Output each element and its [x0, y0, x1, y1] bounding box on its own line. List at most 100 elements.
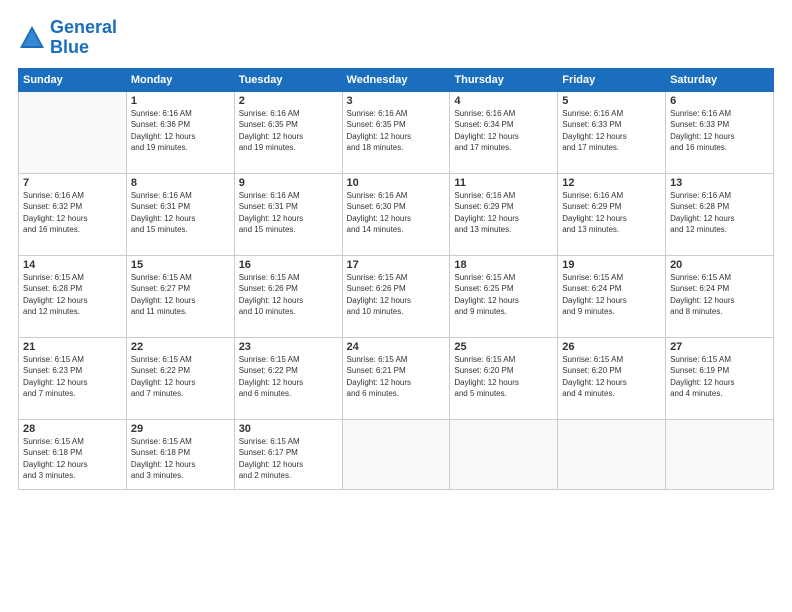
day-number: 23: [239, 341, 338, 353]
day-info: Sunrise: 6:15 AM Sunset: 6:24 PM Dayligh…: [670, 272, 769, 318]
day-info: Sunrise: 6:16 AM Sunset: 6:33 PM Dayligh…: [670, 108, 769, 154]
weekday-header: Wednesday: [342, 68, 450, 91]
calendar-cell: 18Sunrise: 6:15 AM Sunset: 6:25 PM Dayli…: [450, 255, 558, 337]
day-number: 1: [131, 95, 230, 107]
calendar-cell: 15Sunrise: 6:15 AM Sunset: 6:27 PM Dayli…: [126, 255, 234, 337]
calendar-cell: [666, 419, 774, 489]
calendar-cell: 13Sunrise: 6:16 AM Sunset: 6:28 PM Dayli…: [666, 173, 774, 255]
day-info: Sunrise: 6:15 AM Sunset: 6:18 PM Dayligh…: [23, 436, 122, 482]
day-number: 9: [239, 177, 338, 189]
day-info: Sunrise: 6:15 AM Sunset: 6:23 PM Dayligh…: [23, 354, 122, 400]
day-info: Sunrise: 6:16 AM Sunset: 6:35 PM Dayligh…: [239, 108, 338, 154]
day-info: Sunrise: 6:15 AM Sunset: 6:17 PM Dayligh…: [239, 436, 338, 482]
calendar-cell: 19Sunrise: 6:15 AM Sunset: 6:24 PM Dayli…: [558, 255, 666, 337]
day-number: 4: [454, 95, 553, 107]
logo-icon: [18, 24, 46, 52]
calendar-cell: 8Sunrise: 6:16 AM Sunset: 6:31 PM Daylig…: [126, 173, 234, 255]
day-number: 17: [347, 259, 446, 271]
calendar-cell: 28Sunrise: 6:15 AM Sunset: 6:18 PM Dayli…: [19, 419, 127, 489]
calendar-cell: 7Sunrise: 6:16 AM Sunset: 6:32 PM Daylig…: [19, 173, 127, 255]
weekday-header: Monday: [126, 68, 234, 91]
calendar-week-row: 28Sunrise: 6:15 AM Sunset: 6:18 PM Dayli…: [19, 419, 774, 489]
calendar-cell: 11Sunrise: 6:16 AM Sunset: 6:29 PM Dayli…: [450, 173, 558, 255]
page: General Blue SundayMondayTuesdayWednesda…: [0, 0, 792, 612]
calendar-cell: 17Sunrise: 6:15 AM Sunset: 6:26 PM Dayli…: [342, 255, 450, 337]
day-number: 24: [347, 341, 446, 353]
weekday-header: Friday: [558, 68, 666, 91]
calendar-cell: 2Sunrise: 6:16 AM Sunset: 6:35 PM Daylig…: [234, 91, 342, 173]
day-info: Sunrise: 6:16 AM Sunset: 6:31 PM Dayligh…: [131, 190, 230, 236]
day-number: 6: [670, 95, 769, 107]
day-number: 19: [562, 259, 661, 271]
calendar-week-row: 7Sunrise: 6:16 AM Sunset: 6:32 PM Daylig…: [19, 173, 774, 255]
calendar-cell: 23Sunrise: 6:15 AM Sunset: 6:22 PM Dayli…: [234, 337, 342, 419]
day-info: Sunrise: 6:15 AM Sunset: 6:21 PM Dayligh…: [347, 354, 446, 400]
calendar-cell: 21Sunrise: 6:15 AM Sunset: 6:23 PM Dayli…: [19, 337, 127, 419]
day-number: 25: [454, 341, 553, 353]
day-number: 12: [562, 177, 661, 189]
day-number: 29: [131, 423, 230, 435]
day-info: Sunrise: 6:15 AM Sunset: 6:20 PM Dayligh…: [562, 354, 661, 400]
header: General Blue: [18, 18, 774, 58]
day-info: Sunrise: 6:15 AM Sunset: 6:24 PM Dayligh…: [562, 272, 661, 318]
calendar-cell: 24Sunrise: 6:15 AM Sunset: 6:21 PM Dayli…: [342, 337, 450, 419]
day-info: Sunrise: 6:16 AM Sunset: 6:33 PM Dayligh…: [562, 108, 661, 154]
day-number: 3: [347, 95, 446, 107]
calendar-cell: 9Sunrise: 6:16 AM Sunset: 6:31 PM Daylig…: [234, 173, 342, 255]
weekday-header: Sunday: [19, 68, 127, 91]
calendar-cell: 29Sunrise: 6:15 AM Sunset: 6:18 PM Dayli…: [126, 419, 234, 489]
weekday-header: Thursday: [450, 68, 558, 91]
day-number: 10: [347, 177, 446, 189]
calendar-cell: 22Sunrise: 6:15 AM Sunset: 6:22 PM Dayli…: [126, 337, 234, 419]
calendar-cell: [450, 419, 558, 489]
logo-blue: Blue: [50, 37, 89, 57]
calendar-cell: 30Sunrise: 6:15 AM Sunset: 6:17 PM Dayli…: [234, 419, 342, 489]
calendar-cell: 4Sunrise: 6:16 AM Sunset: 6:34 PM Daylig…: [450, 91, 558, 173]
calendar-cell: 27Sunrise: 6:15 AM Sunset: 6:19 PM Dayli…: [666, 337, 774, 419]
day-info: Sunrise: 6:16 AM Sunset: 6:35 PM Dayligh…: [347, 108, 446, 154]
calendar-header-row: SundayMondayTuesdayWednesdayThursdayFrid…: [19, 68, 774, 91]
day-number: 14: [23, 259, 122, 271]
day-number: 28: [23, 423, 122, 435]
logo: General Blue: [18, 18, 117, 58]
day-number: 5: [562, 95, 661, 107]
day-info: Sunrise: 6:15 AM Sunset: 6:18 PM Dayligh…: [131, 436, 230, 482]
calendar-cell: 25Sunrise: 6:15 AM Sunset: 6:20 PM Dayli…: [450, 337, 558, 419]
calendar-cell: [19, 91, 127, 173]
day-info: Sunrise: 6:16 AM Sunset: 6:32 PM Dayligh…: [23, 190, 122, 236]
day-info: Sunrise: 6:16 AM Sunset: 6:36 PM Dayligh…: [131, 108, 230, 154]
calendar-cell: 6Sunrise: 6:16 AM Sunset: 6:33 PM Daylig…: [666, 91, 774, 173]
calendar-table: SundayMondayTuesdayWednesdayThursdayFrid…: [18, 68, 774, 490]
day-number: 26: [562, 341, 661, 353]
day-info: Sunrise: 6:16 AM Sunset: 6:30 PM Dayligh…: [347, 190, 446, 236]
logo-text: General Blue: [50, 18, 117, 58]
day-info: Sunrise: 6:15 AM Sunset: 6:28 PM Dayligh…: [23, 272, 122, 318]
calendar-cell: 5Sunrise: 6:16 AM Sunset: 6:33 PM Daylig…: [558, 91, 666, 173]
day-info: Sunrise: 6:16 AM Sunset: 6:29 PM Dayligh…: [562, 190, 661, 236]
day-number: 8: [131, 177, 230, 189]
day-info: Sunrise: 6:16 AM Sunset: 6:28 PM Dayligh…: [670, 190, 769, 236]
day-info: Sunrise: 6:16 AM Sunset: 6:29 PM Dayligh…: [454, 190, 553, 236]
calendar-cell: [342, 419, 450, 489]
calendar-cell: 3Sunrise: 6:16 AM Sunset: 6:35 PM Daylig…: [342, 91, 450, 173]
calendar-cell: 12Sunrise: 6:16 AM Sunset: 6:29 PM Dayli…: [558, 173, 666, 255]
day-info: Sunrise: 6:15 AM Sunset: 6:27 PM Dayligh…: [131, 272, 230, 318]
day-info: Sunrise: 6:16 AM Sunset: 6:31 PM Dayligh…: [239, 190, 338, 236]
calendar-cell: 20Sunrise: 6:15 AM Sunset: 6:24 PM Dayli…: [666, 255, 774, 337]
day-info: Sunrise: 6:15 AM Sunset: 6:26 PM Dayligh…: [347, 272, 446, 318]
day-number: 16: [239, 259, 338, 271]
day-info: Sunrise: 6:15 AM Sunset: 6:19 PM Dayligh…: [670, 354, 769, 400]
day-info: Sunrise: 6:15 AM Sunset: 6:26 PM Dayligh…: [239, 272, 338, 318]
day-number: 20: [670, 259, 769, 271]
calendar-week-row: 21Sunrise: 6:15 AM Sunset: 6:23 PM Dayli…: [19, 337, 774, 419]
calendar-cell: [558, 419, 666, 489]
day-info: Sunrise: 6:15 AM Sunset: 6:20 PM Dayligh…: [454, 354, 553, 400]
calendar-cell: 14Sunrise: 6:15 AM Sunset: 6:28 PM Dayli…: [19, 255, 127, 337]
weekday-header: Saturday: [666, 68, 774, 91]
calendar-cell: 26Sunrise: 6:15 AM Sunset: 6:20 PM Dayli…: [558, 337, 666, 419]
day-info: Sunrise: 6:16 AM Sunset: 6:34 PM Dayligh…: [454, 108, 553, 154]
day-number: 18: [454, 259, 553, 271]
calendar-cell: 16Sunrise: 6:15 AM Sunset: 6:26 PM Dayli…: [234, 255, 342, 337]
day-info: Sunrise: 6:15 AM Sunset: 6:22 PM Dayligh…: [131, 354, 230, 400]
calendar-cell: 10Sunrise: 6:16 AM Sunset: 6:30 PM Dayli…: [342, 173, 450, 255]
